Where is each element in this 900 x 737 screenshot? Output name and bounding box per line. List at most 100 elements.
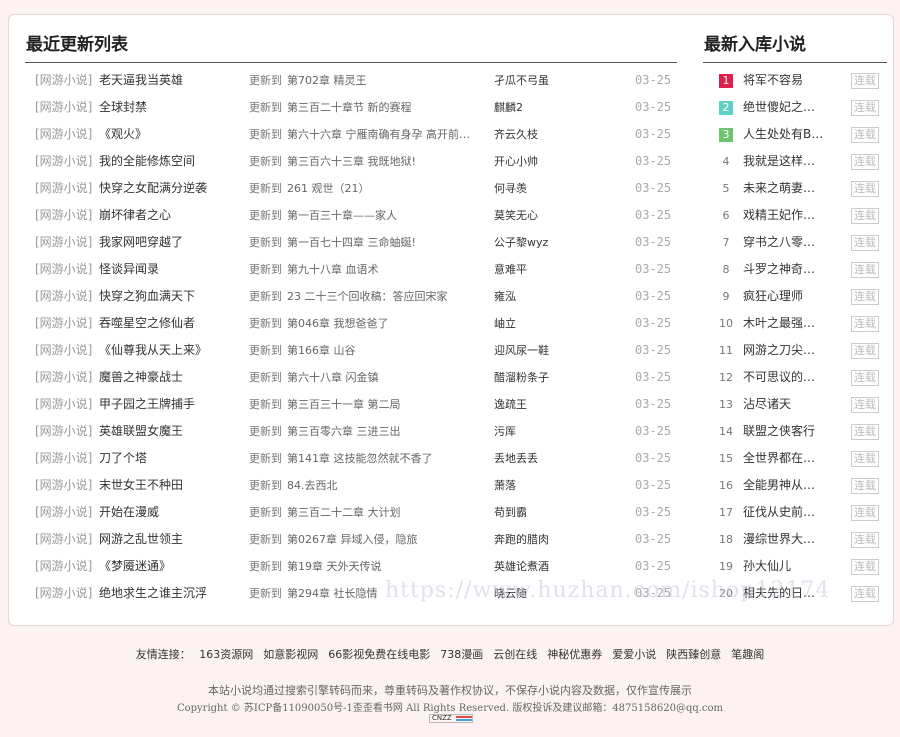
- category-link[interactable]: [网游小说]: [35, 121, 93, 148]
- novel-title-link[interactable]: 孙大仙儿: [743, 553, 825, 580]
- category-link[interactable]: [网游小说]: [35, 553, 93, 580]
- chapter-link[interactable]: 第19章 天外天传说: [287, 553, 487, 580]
- novel-title-link[interactable]: 老天逼我当英雄: [99, 67, 239, 94]
- novel-title-link[interactable]: 绝世傻妃之卿…: [743, 94, 825, 121]
- chapter-link[interactable]: 第166章 山谷: [287, 337, 487, 364]
- novel-title-link[interactable]: 我就是这样汉子: [743, 148, 825, 175]
- chapter-link[interactable]: 第六十八章 闪金镇: [287, 364, 487, 391]
- novel-title-link[interactable]: 快穿之女配满分逆袭: [99, 175, 239, 202]
- chapter-link[interactable]: 第三百六十三章 我既地狱!: [287, 148, 487, 175]
- category-link[interactable]: [网游小说]: [35, 175, 93, 202]
- author-name: 苟到霸: [494, 506, 527, 519]
- novel-title-link[interactable]: 我的全能修炼空间: [99, 148, 239, 175]
- novel-title-link[interactable]: 戏精王妃作妖…: [743, 202, 825, 229]
- novel-title-link[interactable]: 崩坏律者之心: [99, 202, 239, 229]
- chapter-link[interactable]: 84.去西北: [287, 472, 487, 499]
- novel-title-link[interactable]: 疯狂心理师: [743, 283, 825, 310]
- friend-link[interactable]: 如意影视网: [263, 648, 318, 661]
- novel-title-link[interactable]: 未来之萌妻等…: [743, 175, 825, 202]
- table-row: [网游小说] 我家网吧穿越了 更新到 第一百七十四章 三命蚰蜒! 公子黎wyz 03-25: [25, 229, 677, 256]
- novel-title-link[interactable]: 相夫先的日利…: [743, 580, 825, 607]
- category-link[interactable]: [网游小说]: [35, 310, 93, 337]
- category-link[interactable]: [网游小说]: [35, 526, 93, 553]
- chapter-link[interactable]: 第三百三十一章 第二局: [287, 391, 487, 418]
- category-link[interactable]: [网游小说]: [35, 418, 93, 445]
- novel-title-link[interactable]: 开始在漫威: [99, 499, 239, 526]
- chapter-link[interactable]: 第294章 社长隐情: [287, 580, 487, 607]
- update-date: 03-25: [635, 316, 672, 330]
- friend-link[interactable]: 163资源网: [199, 648, 253, 661]
- category-link[interactable]: [网游小说]: [35, 472, 93, 499]
- chapter-link[interactable]: 第九十八章 血语术: [287, 256, 487, 283]
- novel-title-link[interactable]: 末世女王不种田: [99, 472, 239, 499]
- category-link[interactable]: [网游小说]: [35, 148, 93, 175]
- friend-link[interactable]: 云创在线: [493, 648, 537, 661]
- novel-title-link[interactable]: 英雄联盟女魔王: [99, 418, 239, 445]
- novel-title-link[interactable]: 甲子园之王牌捕手: [99, 391, 239, 418]
- chapter-link[interactable]: 第三百零六章 三进三出: [287, 418, 487, 445]
- novel-title-link[interactable]: 《仙尊我从天上来》: [99, 337, 239, 364]
- category-link[interactable]: [网游小说]: [35, 256, 93, 283]
- novel-title-link[interactable]: 联盟之侠客行: [743, 418, 825, 445]
- novel-title-link[interactable]: 魔兽之神豪战士: [99, 364, 239, 391]
- friend-link[interactable]: 神秘优惠券: [547, 648, 602, 661]
- chapter-link[interactable]: 第六十六章 宁雁南确有身孕 高开前…: [287, 121, 487, 148]
- chapter-link[interactable]: 第三百二十章节 新的赛程: [287, 94, 487, 121]
- list-item: 13 沾尽诸天 连载: [703, 391, 887, 418]
- category-link[interactable]: [网游小说]: [35, 202, 93, 229]
- friend-link[interactable]: 陕西臻创意: [666, 648, 721, 661]
- friend-link[interactable]: 笔趣阁: [731, 648, 764, 661]
- novel-title-link[interactable]: 绝地求生之谁主沉浮: [99, 580, 239, 607]
- friend-link[interactable]: 738漫画: [440, 648, 483, 661]
- category-link[interactable]: [网游小说]: [35, 445, 93, 472]
- friend-link[interactable]: 爱爱小说: [612, 648, 656, 661]
- novel-title-link[interactable]: 人生处处有BUG: [743, 121, 825, 148]
- novel-title-link[interactable]: 沾尽诸天: [743, 391, 825, 418]
- rank-number: 1: [719, 74, 733, 88]
- category-link[interactable]: [网游小说]: [35, 94, 93, 121]
- chapter-link[interactable]: 第141章 这技能忽然就不香了: [287, 445, 487, 472]
- novel-title-link[interactable]: 斗罗之神奇的…: [743, 256, 825, 283]
- novel-title-link[interactable]: 我家网吧穿越了: [99, 229, 239, 256]
- category-link[interactable]: [网游小说]: [35, 337, 93, 364]
- novel-title-link[interactable]: 不可思议的山海: [743, 364, 825, 391]
- cnzz-badge[interactable]: CNZZ: [429, 714, 473, 723]
- novel-title-link[interactable]: 全世界都在演…: [743, 445, 825, 472]
- category-link[interactable]: [网游小说]: [35, 499, 93, 526]
- novel-title-link[interactable]: 网游之刀尖起舞: [743, 337, 825, 364]
- chapter-link[interactable]: 第702章 精灵王: [287, 67, 487, 94]
- chapter-link[interactable]: 261 观世（21）: [287, 175, 487, 202]
- friend-link[interactable]: 66影视免费在线电影: [328, 648, 430, 661]
- novel-title-link[interactable]: 《梦魇迷通》: [99, 553, 239, 580]
- chapter-link[interactable]: 第0267章 异域入侵，隐旅: [287, 526, 487, 553]
- category-link[interactable]: [网游小说]: [35, 580, 93, 607]
- category-link[interactable]: [网游小说]: [35, 364, 93, 391]
- novel-title-link[interactable]: 征伐从史前人…: [743, 499, 825, 526]
- novel-title-link[interactable]: 将军不容易: [743, 67, 825, 94]
- novel-title-link[interactable]: 全球封禁: [99, 94, 239, 121]
- category-link[interactable]: [网游小说]: [35, 229, 93, 256]
- novel-title-link[interactable]: 穿书之八零女…: [743, 229, 825, 256]
- novel-title-link[interactable]: 漫综世界大枭雄: [743, 526, 825, 553]
- novel-title-link[interactable]: 网游之乱世领主: [99, 526, 239, 553]
- chapter-link[interactable]: 23 二十三个回收稿：答应回宋家: [287, 283, 487, 310]
- update-prefix: 更新到: [249, 263, 282, 276]
- list-item: 10 木叶之最强装逼 连载: [703, 310, 887, 337]
- chapter-link[interactable]: 第三百二十二章 大计划: [287, 499, 487, 526]
- category-link[interactable]: [网游小说]: [35, 67, 93, 94]
- chapter-link[interactable]: 第一百三十章——家人: [287, 202, 487, 229]
- novel-title-link[interactable]: 木叶之最强装逼: [743, 310, 825, 337]
- category-link[interactable]: [网游小说]: [35, 391, 93, 418]
- novel-title-link[interactable]: 《观火》: [99, 121, 239, 148]
- novel-title-link[interactable]: 全能男神从绝…: [743, 472, 825, 499]
- novel-title-link[interactable]: 刀了个塔: [99, 445, 239, 472]
- chapter-link[interactable]: 第一百七十四章 三命蚰蜒!: [287, 229, 487, 256]
- status-badge: 连载: [851, 127, 879, 143]
- novel-title-link[interactable]: 快穿之狗血满天下: [99, 283, 239, 310]
- category-link[interactable]: [网游小说]: [35, 283, 93, 310]
- list-item: 5 未来之萌妻等… 连载: [703, 175, 887, 202]
- novel-title-link[interactable]: 怪谈异闻录: [99, 256, 239, 283]
- novel-title-link[interactable]: 吞噬星空之修仙者: [99, 310, 239, 337]
- rank-number: 15: [719, 452, 733, 465]
- chapter-link[interactable]: 第046章 我想爸爸了: [287, 310, 487, 337]
